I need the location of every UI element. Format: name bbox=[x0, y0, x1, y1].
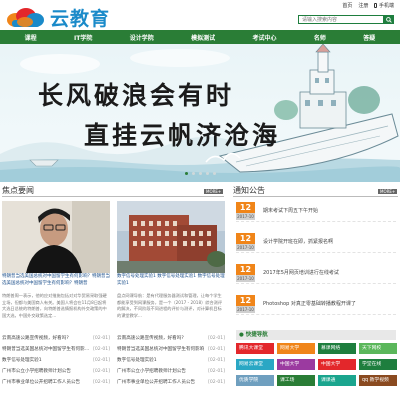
date-badge: 12 2017-10 bbox=[236, 263, 255, 282]
banner-ship-illustration bbox=[0, 44, 400, 182]
nav-item-teachers[interactable]: 名师 bbox=[314, 33, 326, 42]
top-link-register[interactable]: 注册 bbox=[358, 2, 368, 9]
date-badge: 12 2017-10 bbox=[236, 294, 255, 313]
list-item[interactable]: 云南高速公路宣传视频，好看吗? [02-01] bbox=[117, 333, 225, 344]
divider bbox=[2, 196, 224, 197]
quick-nav-header: ● 快捷导航 bbox=[236, 330, 396, 340]
nav-item-courses[interactable]: 课程 bbox=[25, 33, 37, 42]
carousel-dot[interactable] bbox=[212, 172, 216, 175]
notice-item[interactable]: 12 2017-10 2017年5月网页培训进行在线考试 bbox=[236, 262, 396, 284]
quick-nav-icon: ● bbox=[239, 332, 246, 338]
quick-nav-grid: 腾讯大课堂 网易大学 慕课网络 天下网校 网易云课堂 中国大学 中国大学 学堂在线 优质学院 课工… bbox=[236, 343, 398, 386]
quick-link-button[interactable]: 天下网校 bbox=[359, 343, 397, 354]
notices-more-button[interactable]: MORE+ bbox=[378, 189, 398, 194]
top-link-mobile[interactable]: 手机端 bbox=[374, 2, 394, 9]
main-nav: 课程 IT学院 设计学院 模拟测试 考试中心 名师 答疑 bbox=[0, 30, 400, 44]
quick-link-button[interactable]: 课工场 bbox=[277, 375, 315, 386]
list-item[interactable]: 广州市事业单位公开招聘工作人员公告 [02-01] bbox=[2, 377, 110, 388]
top-links: 首页 注册 手机端 bbox=[342, 2, 394, 9]
date-badge: 12 2017-10 bbox=[236, 201, 255, 220]
banner-slogan-line1: 长风破浪会有时 bbox=[38, 81, 235, 110]
portrait-photo bbox=[2, 201, 110, 273]
banner-slogan-line2: 直挂云帆济沧海 bbox=[84, 121, 281, 150]
notice-item[interactable]: 12 2017-10 设计学院开班在即，抓紧报名啊 bbox=[236, 231, 396, 253]
date-badge: 12 2017-10 bbox=[236, 232, 255, 251]
list-item[interactable]: 广州市公立小学招聘教师计划公告 [02-01] bbox=[117, 366, 225, 377]
quick-link-button[interactable]: 网易大学 bbox=[277, 343, 315, 354]
list-item[interactable]: 广州市事业单位公开招聘工作人员公告 [02-01] bbox=[117, 377, 225, 388]
news-caption-right[interactable]: 数字信号处理实验1 数字信号处理实验1 数字信号处理实验1 bbox=[117, 274, 225, 287]
notice-title: Photoshop 对真正零基础转播教程开课了 bbox=[263, 301, 356, 307]
quick-link-button[interactable]: 中国大学 bbox=[277, 359, 315, 370]
nav-item-qa[interactable]: 答疑 bbox=[363, 33, 375, 42]
logo[interactable]: 云教育 bbox=[4, 4, 110, 31]
news-image-left[interactable] bbox=[2, 201, 110, 273]
search-button[interactable] bbox=[384, 15, 394, 24]
search-input[interactable] bbox=[298, 15, 384, 24]
quick-link-button[interactable]: qq 教学视频 bbox=[359, 375, 397, 386]
list-item[interactable]: 特朗普当选美国总统对中国留学生有何影响？ [02-01] bbox=[2, 344, 110, 355]
list-item[interactable]: 数字信号处理实验1 [02-01] bbox=[2, 355, 110, 366]
notice-item[interactable]: 12 2017-10 Photoshop 对真正零基础转播教程开课了 bbox=[236, 293, 396, 315]
quick-link-button[interactable]: 腾讯大课堂 bbox=[236, 343, 274, 354]
nav-item-it-college[interactable]: IT学院 bbox=[74, 33, 92, 42]
mobile-icon bbox=[374, 3, 378, 8]
top-link-mobile-label: 手机端 bbox=[378, 3, 394, 9]
carousel-dots bbox=[0, 172, 400, 175]
list-item[interactable]: 数字信号处理实验1 [02-01] bbox=[117, 355, 225, 366]
list-item[interactable]: 云南高速公路宣传视频，好看吗? [02-01] bbox=[2, 333, 110, 344]
carousel-dot[interactable] bbox=[205, 172, 209, 175]
quick-link-button[interactable]: 慕课网络 bbox=[318, 343, 356, 354]
carousel-dot[interactable] bbox=[184, 172, 188, 175]
nav-item-mock-test[interactable]: 模拟测试 bbox=[191, 33, 215, 42]
notice-title: 期末考试下周五下午开始 bbox=[263, 208, 319, 214]
header: 云教育 首页 注册 手机端 bbox=[0, 0, 400, 30]
notice-list: 12 2017-10 期末考试下周五下午开始 12 2017-10 设计学院开班… bbox=[236, 200, 396, 315]
divider bbox=[233, 196, 398, 197]
notice-title: 设计学院开班在即，抓紧报名啊 bbox=[263, 239, 334, 245]
news-summary-right: 盘点网课导航：是有代理服务器测试和管理，让每个学生都能享受到网课服务，是一个（2… bbox=[117, 293, 223, 318]
section-title-focus: 焦点要闻 bbox=[2, 186, 34, 195]
quick-link-button[interactable]: 课课通 bbox=[318, 375, 356, 386]
focus-more-button[interactable]: MORE+ bbox=[204, 189, 224, 194]
news-caption-left[interactable]: 特朗普当选美国总统对中国留学生有何影响？特朗普当选美国总统对中国留学生有何影响？… bbox=[2, 274, 110, 287]
nav-item-design-college[interactable]: 设计学院 bbox=[130, 33, 154, 42]
cloud-logo-icon bbox=[4, 7, 46, 29]
section-title-notices: 通知公告 bbox=[233, 186, 265, 195]
quick-link-button[interactable]: 优质学院 bbox=[236, 375, 274, 386]
campus-building-photo bbox=[117, 201, 225, 273]
notice-title: 2017年5月网页培训进行在线考试 bbox=[263, 270, 339, 276]
top-link-home[interactable]: 首页 bbox=[342, 2, 352, 9]
news-list-left: 云南高速公路宣传视频，好看吗? [02-01] 特朗普当选美国总统对中国留学生有何… bbox=[2, 333, 110, 388]
list-item[interactable]: 特朗普当选美国总统对中国留学生有何影响 [02-01] bbox=[117, 344, 225, 355]
news-summary-left: 特朗普周一表示，他的应对措施包括对对华贸易采取强硬立场，但都与美国商人有关。美国… bbox=[2, 293, 107, 318]
hero-banner[interactable]: 长风破浪会有时 直挂云帆济沧海 bbox=[0, 44, 400, 182]
carousel-dot[interactable] bbox=[198, 172, 202, 175]
logo-text: 云教育 bbox=[50, 8, 111, 30]
search-icon bbox=[386, 16, 392, 23]
nav-item-exam-center[interactable]: 考试中心 bbox=[252, 33, 276, 42]
news-list-right: 云南高速公路宣传视频，好看吗? [02-01] 特朗普当选美国总统对中国留学生有何… bbox=[117, 333, 225, 388]
quick-nav-title: 快捷导航 bbox=[245, 332, 268, 338]
news-image-right[interactable] bbox=[117, 201, 225, 273]
quick-link-button[interactable]: 网易云课堂 bbox=[236, 359, 274, 370]
quick-link-button[interactable]: 中国大学 bbox=[318, 359, 356, 370]
search-box bbox=[298, 15, 394, 24]
notice-item[interactable]: 12 2017-10 期末考试下周五下午开始 bbox=[236, 200, 396, 222]
carousel-dot[interactable] bbox=[191, 172, 195, 175]
list-item[interactable]: 广州市公立小学招聘教师计划公告 [02-01] bbox=[2, 366, 110, 377]
quick-link-button[interactable]: 学堂在线 bbox=[359, 359, 397, 370]
